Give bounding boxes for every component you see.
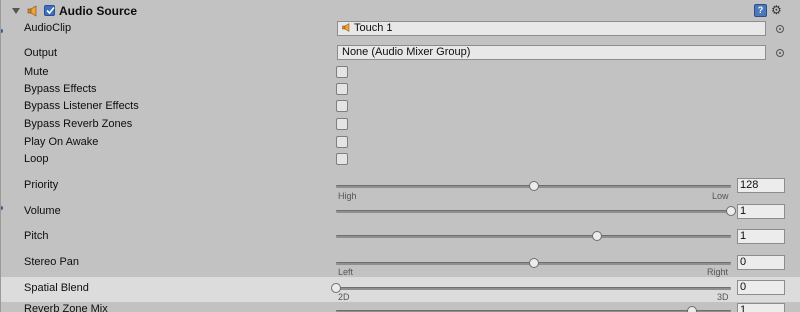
play-on-awake-checkbox[interactable]: [336, 136, 348, 148]
pitch-number-field[interactable]: 1: [737, 229, 785, 244]
pitch-slider-thumb[interactable]: [591, 231, 602, 241]
bypass-effects-label: Bypass Effects: [24, 83, 97, 95]
component-title: Audio Source: [59, 4, 138, 18]
stereo-pan-number-field[interactable]: 0: [737, 255, 785, 270]
reverb-zone-mix-label: Reverb Zone Mix: [24, 303, 108, 312]
priority-number-field[interactable]: 128: [737, 178, 785, 193]
pitch-row: Pitch 1: [1, 227, 800, 247]
bypass-effects-checkbox[interactable]: [336, 83, 348, 95]
output-value: None (Audio Mixer Group): [342, 46, 471, 58]
spatial-blend-label: Spatial Blend: [24, 282, 89, 294]
mute-row: Mute: [1, 63, 800, 81]
object-picker-icon[interactable]: [776, 25, 784, 33]
audio-clip-label: AudioClip: [24, 22, 72, 34]
mute-label: Mute: [24, 66, 49, 78]
priority-max-caption: Low: [712, 191, 729, 201]
object-picker-icon[interactable]: [776, 49, 784, 57]
spatial-blend-min-caption: 2D: [338, 292, 350, 302]
bypass-listener-effects-checkbox[interactable]: [336, 100, 348, 112]
stereo-pan-label: Stereo Pan: [24, 256, 80, 268]
audio-clip-row: AudioClip Touch 1: [1, 20, 800, 38]
spatial-blend-row: Spatial Blend 0 2D 3D: [1, 277, 800, 302]
spatial-blend-slider-track[interactable]: [336, 287, 731, 290]
component-header[interactable]: Audio Source ? ⚙: [1, 0, 800, 22]
volume-row: Volume 1: [1, 202, 800, 222]
audio-clip-value: Touch 1: [354, 22, 393, 34]
volume-number-field[interactable]: 1: [737, 204, 785, 219]
loop-row: Loop: [1, 151, 800, 169]
stereo-pan-row: Stereo Pan 0 Left Right: [1, 253, 800, 277]
pitch-slider-track[interactable]: [336, 235, 731, 238]
gear-icon[interactable]: ⚙: [771, 3, 787, 17]
pitch-label: Pitch: [24, 230, 49, 242]
bypass-effects-row: Bypass Effects: [1, 81, 800, 99]
spatial-blend-max-caption: 3D: [717, 292, 729, 302]
output-row: Output None (Audio Mixer Group): [1, 44, 800, 62]
volume-slider-thumb[interactable]: [726, 206, 736, 216]
play-on-awake-row: Play On Awake: [1, 134, 800, 152]
foldout-arrow-icon[interactable]: [12, 8, 20, 14]
reverb-zone-mix-number-field[interactable]: 1: [737, 303, 785, 312]
stereo-pan-min-caption: Left: [338, 267, 354, 277]
bypass-reverb-zones-label: Bypass Reverb Zones: [24, 118, 133, 130]
stereo-pan-slider-thumb[interactable]: [528, 258, 539, 268]
mute-checkbox[interactable]: [336, 66, 348, 78]
stereo-pan-max-caption: Right: [707, 267, 729, 277]
priority-label: Priority: [24, 179, 59, 191]
audio-clip-icon: [342, 23, 352, 32]
spatial-blend-number-field[interactable]: 0: [737, 280, 785, 295]
speaker-icon: [27, 5, 40, 17]
audio-clip-field[interactable]: Touch 1: [337, 21, 766, 36]
loop-checkbox[interactable]: [336, 153, 348, 165]
priority-row: Priority 128 High Low: [1, 176, 800, 202]
component-enabled-checkbox[interactable]: [44, 5, 55, 16]
bypass-reverb-zones-row: Bypass Reverb Zones: [1, 116, 800, 134]
play-on-awake-label: Play On Awake: [24, 136, 99, 148]
help-icon[interactable]: ?: [754, 4, 767, 17]
priority-slider-thumb[interactable]: [528, 181, 539, 191]
volume-slider-track[interactable]: [336, 210, 731, 213]
priority-min-caption: High: [338, 191, 357, 201]
bypass-listener-effects-row: Bypass Listener Effects: [1, 98, 800, 116]
audio-source-inspector: Audio Source ? ⚙ AudioClip Touch 1 Outpu…: [0, 0, 800, 312]
reverb-zone-mix-row: Reverb Zone Mix 1: [1, 302, 800, 312]
bypass-reverb-zones-checkbox[interactable]: [336, 118, 348, 130]
output-field[interactable]: None (Audio Mixer Group): [337, 45, 766, 60]
output-label: Output: [24, 47, 58, 59]
loop-label: Loop: [24, 153, 49, 165]
bypass-listener-effects-label: Bypass Listener Effects: [24, 100, 139, 112]
volume-label: Volume: [24, 205, 61, 217]
reverb-zone-mix-slider-thumb[interactable]: [686, 306, 697, 312]
